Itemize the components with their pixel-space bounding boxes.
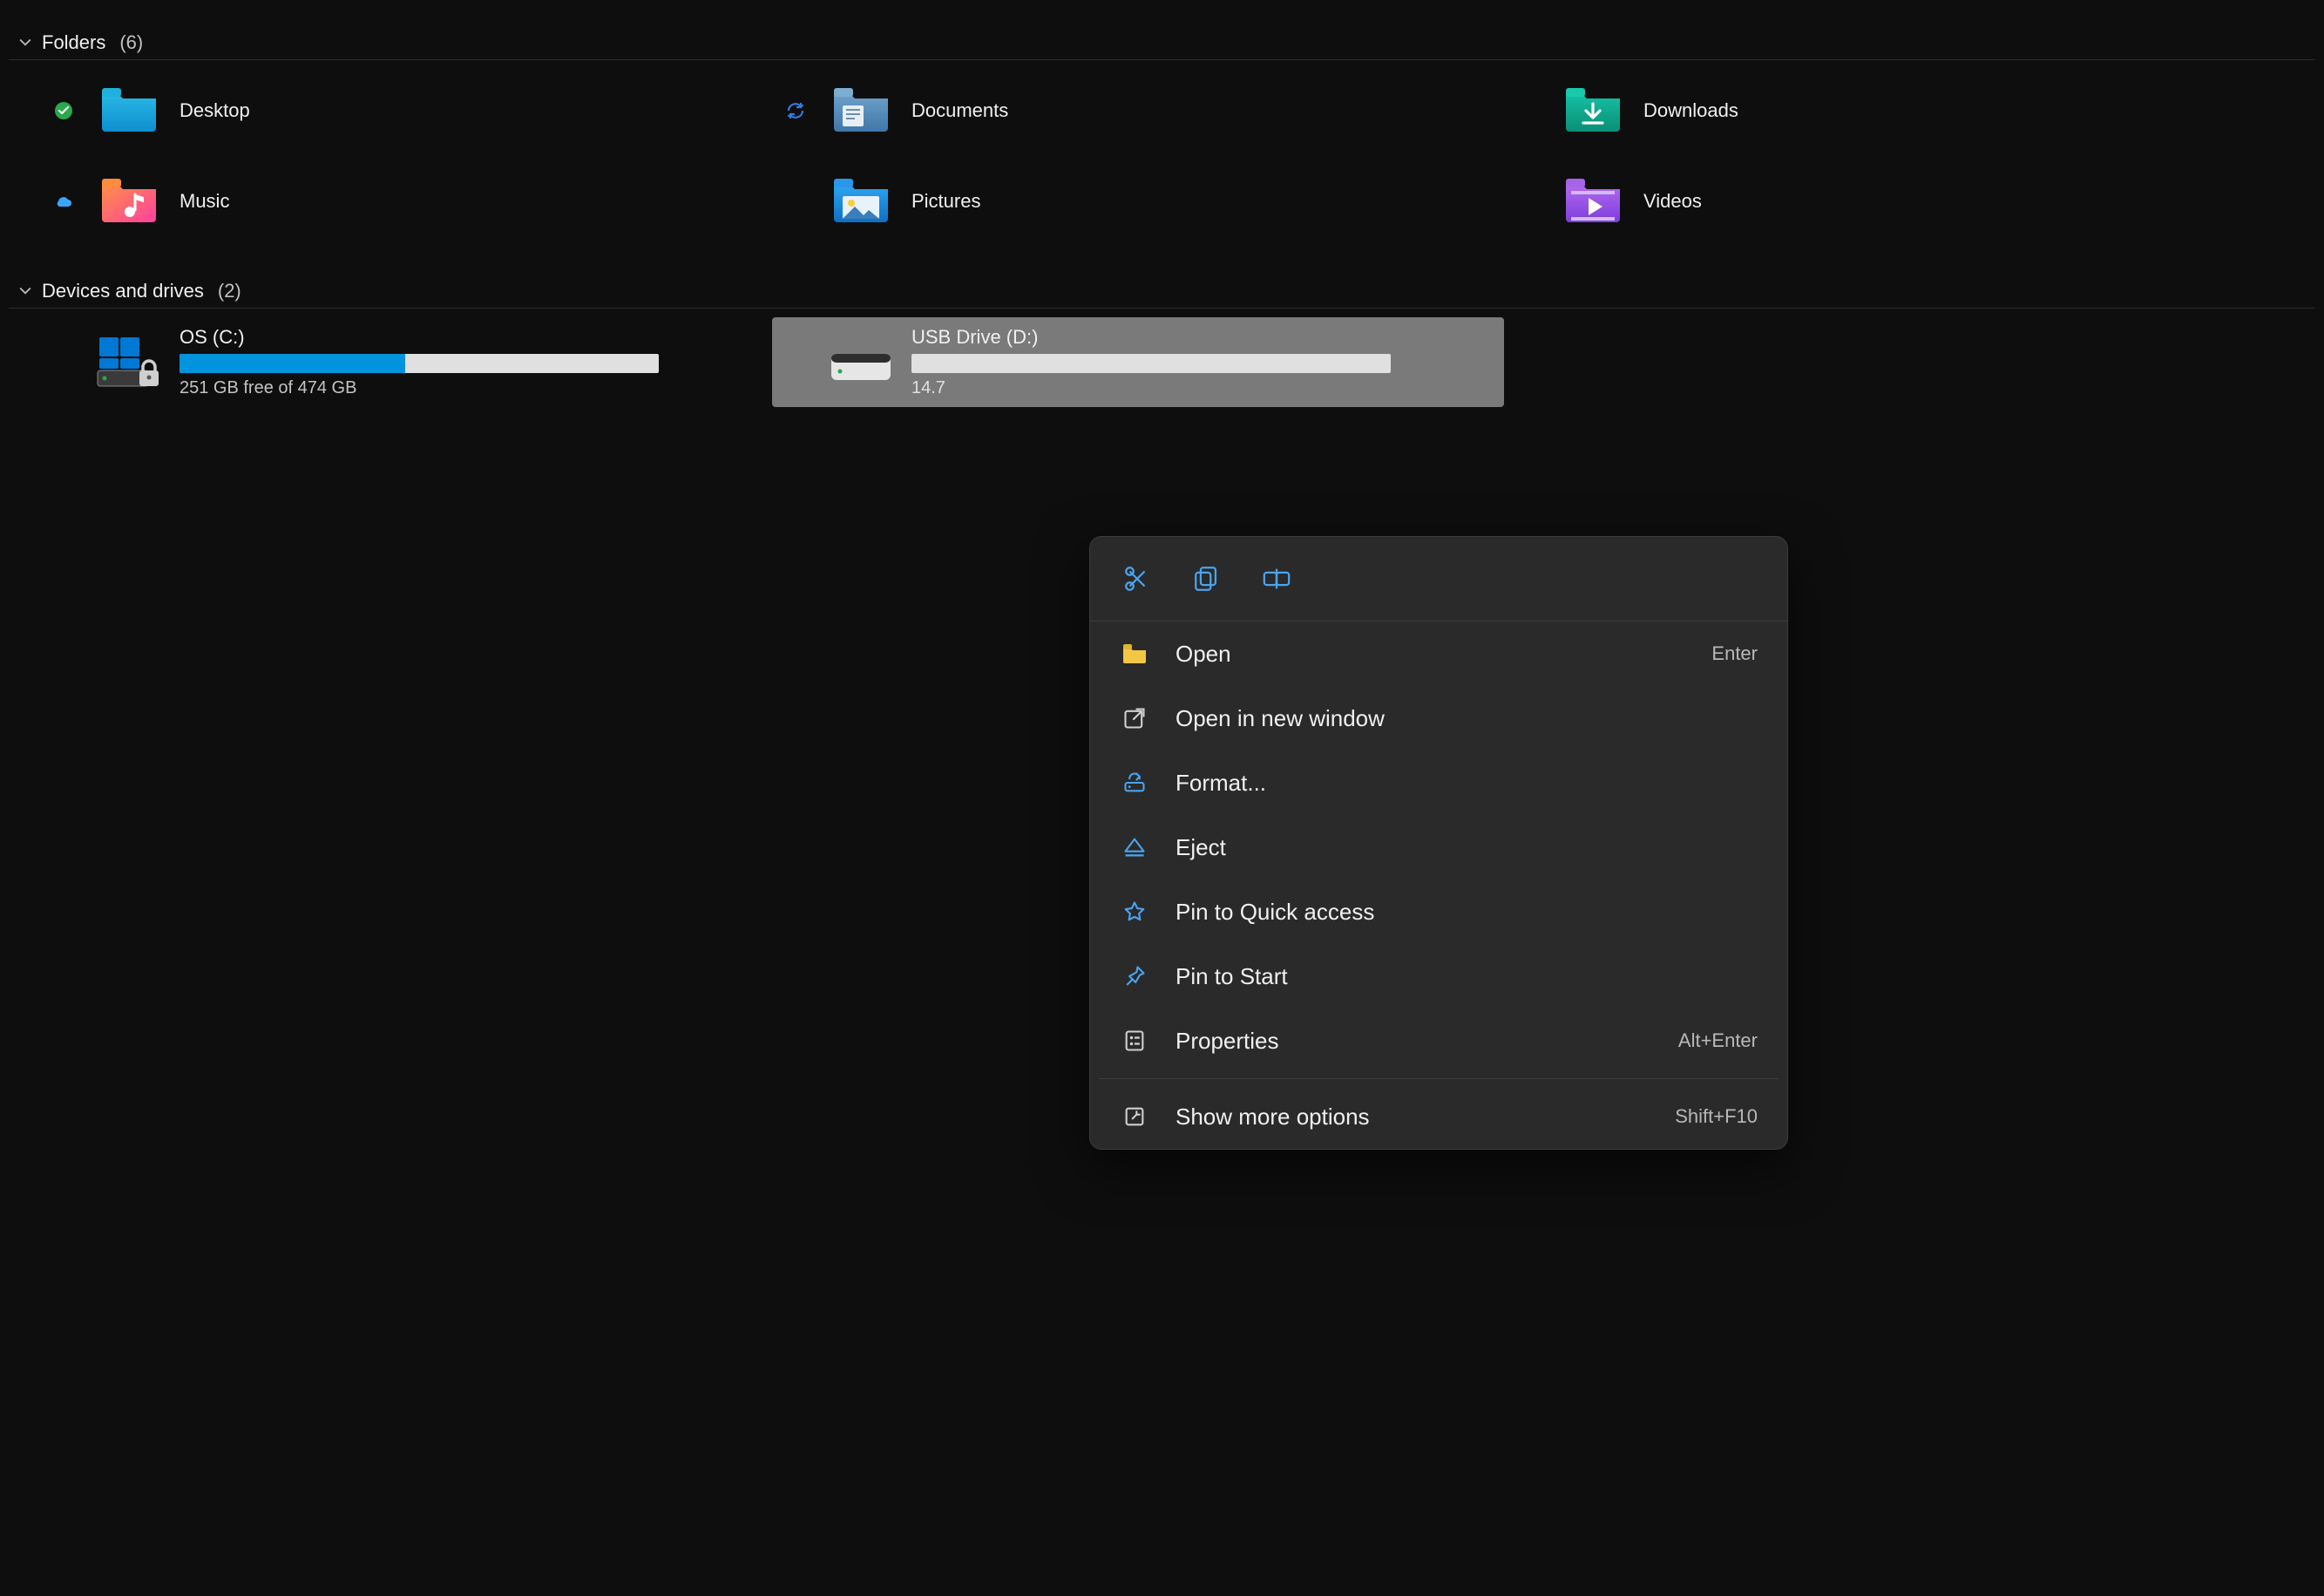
- drive-capacity-fill: [180, 354, 405, 373]
- folder-label: Desktop: [180, 99, 250, 122]
- folder-item-videos[interactable]: Videos: [1504, 160, 2236, 243]
- folders-section-header[interactable]: Folders (6): [9, 26, 2315, 60]
- properties-icon: [1120, 1026, 1149, 1056]
- menu-item-shortcut: Shift+F10: [1675, 1105, 1758, 1128]
- cloud-icon: [54, 194, 73, 208]
- folder-item-downloads[interactable]: Downloads: [1504, 69, 2236, 153]
- rename-icon[interactable]: [1259, 561, 1294, 596]
- folder-item-documents[interactable]: Documents: [772, 69, 1504, 153]
- chevron-down-icon: [19, 37, 31, 49]
- folder-label: Videos: [1643, 190, 1702, 213]
- menu-item-label: Eject: [1176, 834, 1758, 861]
- context-menu: Open Enter Open in new window Format... …: [1089, 536, 1788, 1150]
- drive-capacity-bar: [911, 354, 1391, 373]
- downloads-folder-icon: [1558, 80, 1628, 141]
- sync-status-synced: [49, 100, 78, 121]
- copy-icon[interactable]: [1189, 561, 1224, 596]
- drives-section-count: (2): [218, 280, 241, 302]
- menu-item-open-new-window[interactable]: Open in new window: [1090, 686, 1787, 750]
- folder-item-desktop[interactable]: Desktop: [40, 69, 772, 153]
- drive-title: OS (C:): [180, 326, 667, 349]
- drive-capacity-bar: [180, 354, 659, 373]
- file-explorer-main: Folders (6) Desktop: [0, 0, 2324, 416]
- menu-item-shortcut: Enter: [1711, 642, 1758, 665]
- drives-section-header[interactable]: Devices and drives (2): [9, 275, 2315, 309]
- folder-label: Documents: [911, 99, 1008, 122]
- folders-grid: Desktop: [9, 69, 2315, 243]
- desktop-folder-icon: [94, 80, 164, 141]
- sync-status-syncing: [781, 100, 810, 121]
- drive-subtitle: 14.7: [911, 378, 1399, 398]
- pictures-folder-icon: [826, 171, 896, 232]
- menu-item-label: Open in new window: [1176, 705, 1758, 732]
- menu-item-label: Show more options: [1176, 1104, 1649, 1131]
- menu-item-pin-quick-access[interactable]: Pin to Quick access: [1090, 879, 1787, 944]
- star-icon: [1120, 897, 1149, 927]
- folders-section-label: Folders: [42, 31, 105, 54]
- drive-item-c[interactable]: OS (C:) 251 GB free of 474 GB: [40, 317, 772, 407]
- menu-item-label: Pin to Start: [1176, 963, 1758, 990]
- folder-item-pictures[interactable]: Pictures: [772, 160, 1504, 243]
- pin-icon: [1120, 961, 1149, 991]
- format-drive-icon: [1120, 768, 1149, 798]
- open-folder-icon: [1120, 639, 1149, 669]
- videos-folder-icon: [1558, 171, 1628, 232]
- drive-title: USB Drive (D:): [911, 326, 1399, 349]
- menu-item-label: Properties: [1176, 1028, 1652, 1055]
- folders-section-count: (6): [119, 31, 143, 54]
- cut-icon[interactable]: [1120, 561, 1155, 596]
- menu-item-shortcut: Alt+Enter: [1678, 1029, 1758, 1052]
- menu-item-label: Pin to Quick access: [1176, 899, 1758, 926]
- folder-label: Downloads: [1643, 99, 1738, 122]
- menu-item-open[interactable]: Open Enter: [1090, 621, 1787, 686]
- drives-section-label: Devices and drives: [42, 280, 204, 302]
- sync-status-cloud: [49, 194, 78, 208]
- folder-label: Music: [180, 190, 229, 213]
- menu-item-pin-start[interactable]: Pin to Start: [1090, 944, 1787, 1009]
- drive-subtitle: 251 GB free of 474 GB: [180, 378, 667, 398]
- eject-icon: [1120, 832, 1149, 862]
- chevron-down-icon: [19, 285, 31, 297]
- usb-drive-icon: [826, 332, 896, 393]
- context-menu-top-row: [1090, 537, 1787, 621]
- menu-separator: [1099, 1078, 1779, 1079]
- more-options-icon: [1120, 1102, 1149, 1131]
- drives-grid: OS (C:) 251 GB free of 474 GB USB Drive …: [9, 317, 2315, 407]
- folder-label: Pictures: [911, 190, 980, 213]
- external-link-icon: [1120, 703, 1149, 733]
- music-folder-icon: [94, 171, 164, 232]
- documents-folder-icon: [826, 80, 896, 141]
- folder-item-music[interactable]: Music: [40, 160, 772, 243]
- sync-icon: [785, 100, 806, 121]
- menu-item-label: Format...: [1176, 770, 1758, 797]
- drive-item-d[interactable]: USB Drive (D:) 14.7: [772, 317, 1504, 407]
- menu-item-properties[interactable]: Properties Alt+Enter: [1090, 1009, 1787, 1073]
- menu-item-eject[interactable]: Eject: [1090, 815, 1787, 879]
- windows-drive-locked-icon: [94, 332, 164, 393]
- check-circle-icon: [53, 100, 74, 121]
- menu-item-show-more[interactable]: Show more options Shift+F10: [1090, 1084, 1787, 1149]
- menu-item-label: Open: [1176, 641, 1685, 668]
- menu-item-format[interactable]: Format...: [1090, 750, 1787, 815]
